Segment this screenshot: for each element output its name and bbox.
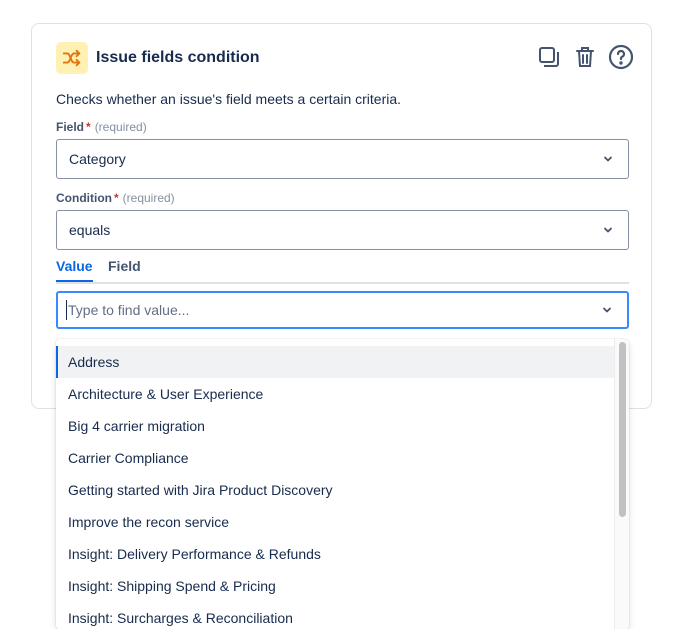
shuffle-icon bbox=[56, 42, 88, 74]
option-item[interactable]: Carrier Compliance bbox=[56, 442, 614, 474]
value-search-box bbox=[56, 291, 629, 329]
option-item[interactable]: Insight: Surcharges & Reconciliation bbox=[56, 602, 614, 629]
option-item[interactable]: Getting started with Jira Product Discov… bbox=[56, 474, 614, 506]
panel-title: Issue fields condition bbox=[96, 49, 260, 66]
panel-description: Checks whether an issue's field meets a … bbox=[56, 91, 402, 107]
header-actions bbox=[536, 44, 634, 70]
option-item[interactable]: Architecture & User Experience bbox=[56, 378, 614, 410]
condition-select-value: equals bbox=[69, 222, 111, 238]
field-label: Field * (required) bbox=[56, 120, 147, 134]
option-item[interactable]: Address bbox=[56, 346, 614, 378]
scrollbar[interactable] bbox=[614, 339, 629, 629]
chevron-down-icon bbox=[600, 222, 616, 238]
condition-select[interactable]: equals bbox=[56, 210, 629, 250]
condition-label-text: Condition bbox=[56, 191, 112, 205]
scrollbar-thumb[interactable] bbox=[619, 342, 626, 517]
help-icon[interactable] bbox=[608, 44, 634, 70]
chevron-down-icon bbox=[600, 151, 616, 167]
value-options-menu: Address Architecture & User Experience B… bbox=[56, 339, 629, 629]
option-item[interactable]: Big 4 carrier migration bbox=[56, 410, 614, 442]
condition-label: Condition * (required) bbox=[56, 191, 175, 205]
required-hint: (required) bbox=[122, 191, 175, 205]
required-star: * bbox=[86, 120, 91, 134]
trash-icon[interactable] bbox=[572, 44, 598, 70]
option-item[interactable]: Insight: Delivery Performance & Refunds bbox=[56, 538, 614, 570]
copy-icon[interactable] bbox=[536, 44, 562, 70]
field-label-text: Field bbox=[56, 120, 85, 134]
value-search-input[interactable] bbox=[66, 300, 599, 320]
option-item[interactable]: Insight: Shipping Spend & Pricing bbox=[56, 570, 614, 602]
value-field-tabs: Value Field bbox=[56, 257, 629, 284]
tab-value[interactable]: Value bbox=[56, 257, 93, 282]
field-select[interactable]: Category bbox=[56, 139, 629, 179]
option-item[interactable]: Improve the recon service bbox=[56, 506, 614, 538]
chevron-down-icon[interactable] bbox=[599, 302, 615, 318]
tab-field[interactable]: Field bbox=[108, 257, 141, 280]
required-hint: (required) bbox=[94, 120, 147, 134]
required-star: * bbox=[113, 191, 119, 205]
field-select-value: Category bbox=[69, 151, 126, 167]
